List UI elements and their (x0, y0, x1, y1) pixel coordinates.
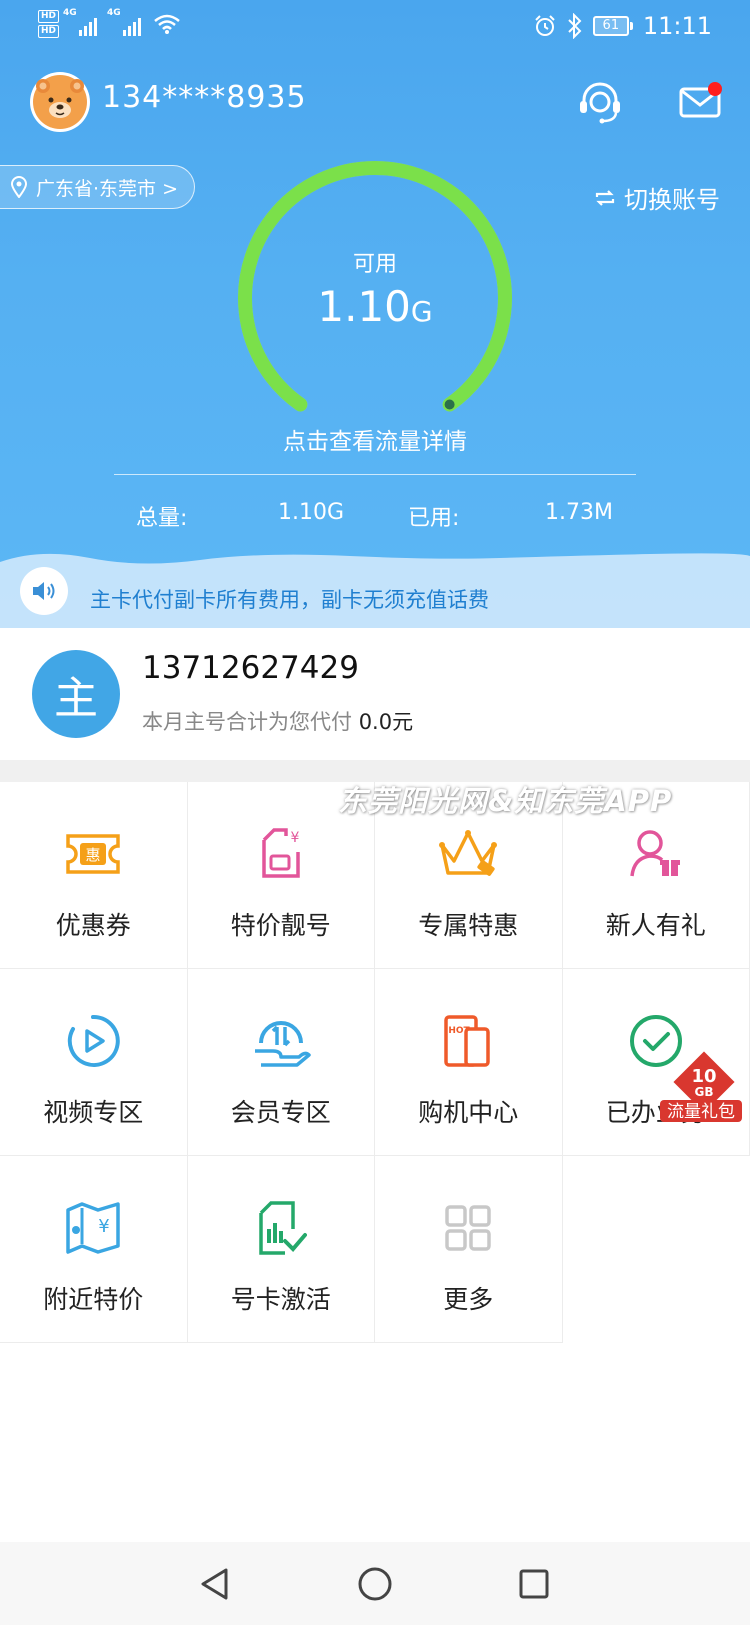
gift-amount: 10 (691, 1066, 716, 1087)
notice-text[interactable]: 主卡代付副卡所有费用，副卡无须充值话费 (90, 584, 489, 614)
member-hand-icon (249, 1009, 313, 1073)
divider (114, 474, 636, 475)
grid-item-label: 专属特惠 (418, 911, 519, 940)
svg-text:HOT: HOT (449, 1026, 471, 1036)
grid-item-label: 附近特价 (43, 1285, 144, 1314)
svg-text:¥: ¥ (290, 830, 299, 846)
grid-item-label: 更多 (443, 1285, 494, 1314)
sim-activate-icon (249, 1196, 313, 1260)
watermark: 东莞阳光网&知东莞APP (338, 784, 673, 818)
available-amount: 1.10 (317, 282, 411, 331)
data-gift-badge[interactable]: 10 GB 流量礼包 (660, 1046, 742, 1122)
primary-number: 13712627429 (142, 650, 359, 686)
total-value: 1.10G (278, 500, 345, 525)
grid-item-phone-center[interactable]: HOT 购机中心 (375, 969, 563, 1156)
grid-item-sim-activation[interactable]: 号卡激活 (187, 1156, 375, 1343)
primary-pay-info: 本月主号合计为您代付 0.0元 (142, 706, 413, 736)
recents-square-icon (519, 1569, 549, 1599)
grid-item-member-zone[interactable]: 会员专区 (187, 969, 375, 1156)
available-label: 可用 (352, 252, 397, 277)
grid-item-label: 优惠券 (55, 911, 131, 940)
gauge-end-dot (444, 399, 455, 410)
usage-detail-link[interactable]: 点击查看流量详情 (0, 422, 750, 456)
total-label: 总量: (136, 506, 188, 531)
grid-item-label: 购机中心 (418, 1098, 519, 1127)
svg-text:惠: 惠 (86, 846, 101, 864)
pay-text: 本月主号合计为您代付 (142, 710, 352, 734)
home-circle-icon (358, 1567, 392, 1601)
nav-home-button[interactable] (351, 1560, 399, 1608)
map-price-icon: ¥ (61, 1196, 125, 1260)
gift-unit: GB (695, 1085, 714, 1099)
announcement-button[interactable] (20, 567, 68, 615)
grid-item-label: 会员专区 (230, 1098, 331, 1127)
grid-item-nearby-deals[interactable]: ¥ 附近特价 (0, 1156, 188, 1343)
coupon-icon: 惠 (61, 822, 125, 886)
grid-item-label: 视频专区 (43, 1098, 144, 1127)
pay-amount: 0.0元 (358, 710, 414, 734)
nav-back-button[interactable] (191, 1560, 239, 1608)
gift-text: 流量礼包 (667, 1102, 735, 1122)
grid-item-more[interactable]: 更多 (375, 1156, 563, 1343)
speaker-icon (33, 582, 55, 600)
new-user-gift-icon (624, 822, 688, 886)
primary-card-panel[interactable]: 主 13712627429 本月主号合计为您代付 0.0元 (0, 628, 750, 760)
grid-item-label: 号卡激活 (230, 1285, 331, 1314)
system-nav-bar (0, 1542, 750, 1625)
grid-item-label: 特价靓号 (230, 911, 331, 940)
available-value: 1.10G (0, 282, 750, 331)
used-label: 已用: (408, 506, 460, 531)
video-play-icon (61, 1009, 125, 1073)
nav-recents-button[interactable] (510, 1560, 558, 1608)
sim-price-icon: ¥ (249, 822, 313, 886)
available-unit: G (410, 295, 433, 328)
data-usage-gauge[interactable] (0, 0, 750, 420)
primary-badge: 主 (32, 650, 120, 738)
grid-item-coupon[interactable]: 惠 优惠券 (0, 782, 188, 969)
header-panel: HD HD 4G 4G 61 11:11 134****8935 广东省·东莞市… (0, 0, 750, 628)
back-triangle-icon (201, 1568, 228, 1600)
used-value: 1.73M (545, 500, 613, 525)
crown-icon (436, 822, 500, 886)
grid-item-label: 新人有礼 (605, 911, 706, 940)
svg-text:¥: ¥ (99, 1216, 110, 1237)
more-grid-icon (436, 1196, 500, 1260)
grid-item-video-zone[interactable]: 视频专区 (0, 969, 188, 1156)
phone-hot-icon: HOT (436, 1009, 500, 1073)
